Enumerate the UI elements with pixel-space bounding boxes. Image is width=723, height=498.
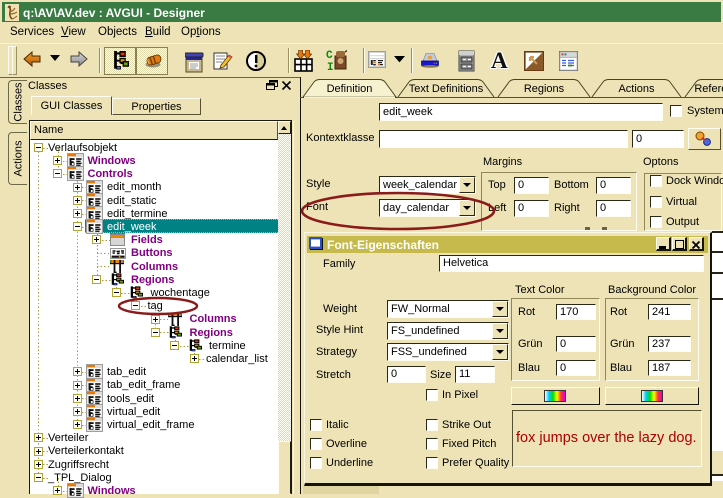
svg-text:Text Definitions: Text Definitions: [409, 83, 484, 95]
svg-text:Classes: Classes: [13, 82, 25, 122]
svg-text:Actions: Actions: [13, 140, 25, 177]
svg-text:Actions: Actions: [618, 83, 655, 95]
svg-text:I: I: [327, 62, 334, 73]
svg-text:References: References: [694, 83, 723, 95]
svg-text:C: C: [326, 50, 333, 62]
svg-text:Definition: Definition: [327, 83, 373, 95]
svg-text:Regions: Regions: [524, 83, 565, 95]
